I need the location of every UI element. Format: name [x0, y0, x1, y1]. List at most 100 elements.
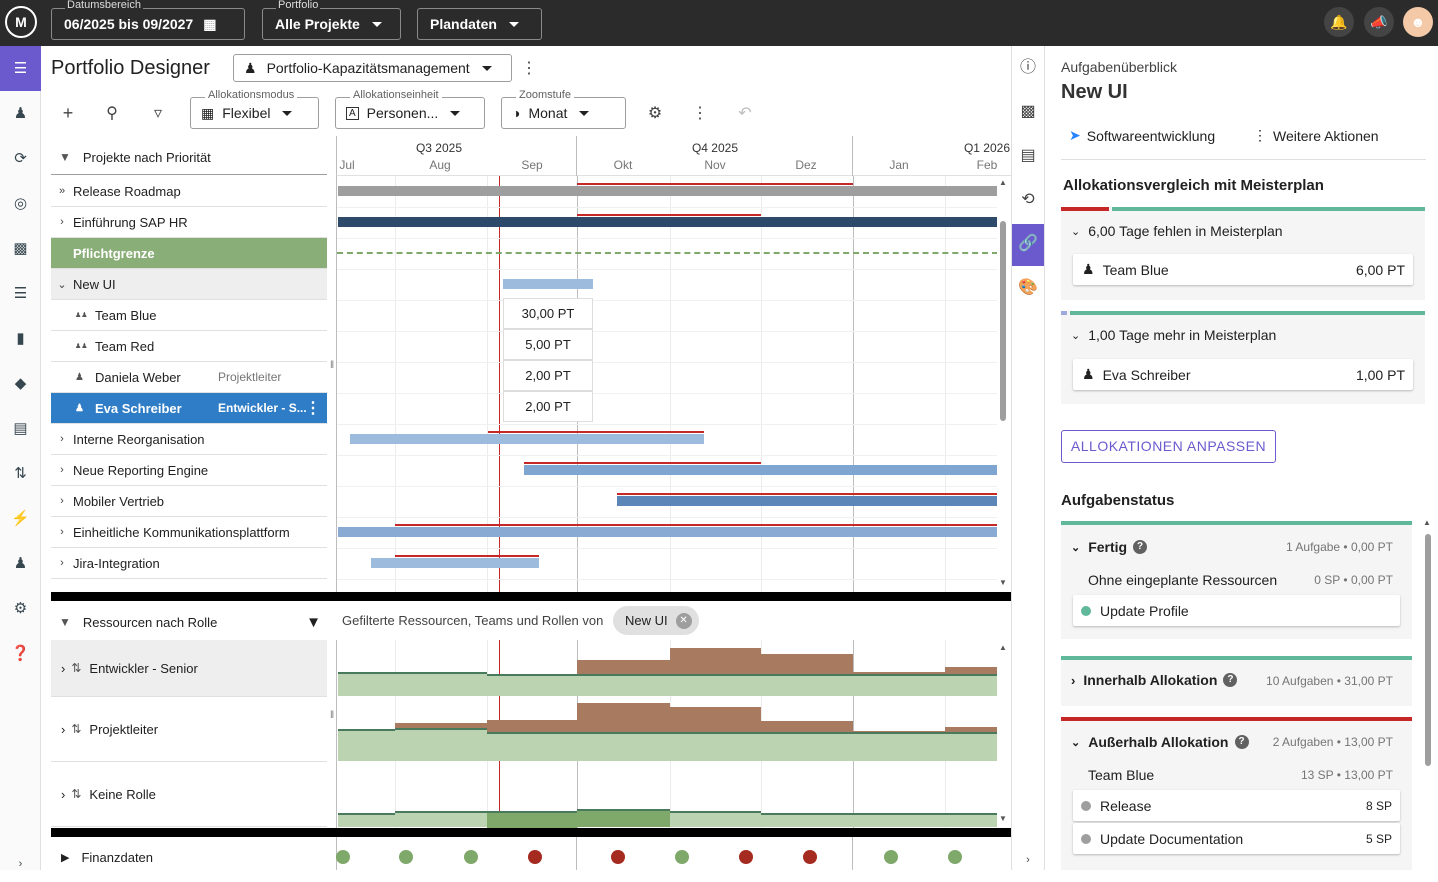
- filter-icon[interactable]: ▿: [146, 103, 170, 123]
- scroll-thumb[interactable]: [1000, 221, 1006, 421]
- chevron-right-icon[interactable]: ›: [51, 495, 73, 507]
- gantt-bar[interactable]: [338, 186, 997, 196]
- gear-icon[interactable]: ⚙: [0, 591, 41, 627]
- panel-scrollbar[interactable]: ▲: [1423, 518, 1433, 818]
- task-update-documentation[interactable]: Update Documentation 5 SP: [1073, 823, 1400, 854]
- finance-status-dot[interactable]: [336, 850, 350, 864]
- help-icon[interactable]: ?: [1234, 735, 1249, 749]
- plug-icon[interactable]: ⚡: [0, 501, 41, 537]
- chevron-right-icon[interactable]: »: [51, 185, 73, 197]
- finance-status-dot[interactable]: [803, 850, 817, 864]
- menu-icon[interactable]: ☰: [0, 46, 41, 91]
- finance-status-dot[interactable]: [399, 850, 413, 864]
- megaphone-icon[interactable]: 📣: [1364, 7, 1394, 37]
- palette-icon[interactable]: 🎨: [1012, 268, 1044, 308]
- scroll-up-icon[interactable]: ▲: [999, 178, 1007, 187]
- people-icon[interactable]: ♟: [0, 546, 41, 582]
- chevron-right-icon[interactable]: ›: [51, 557, 73, 569]
- chevron-right-icon[interactable]: ›: [61, 661, 65, 676]
- tree-row[interactable]: › Einheitliche Kommunikationsplattform: [51, 517, 327, 548]
- contact-icon[interactable]: ▤: [1012, 136, 1044, 176]
- gantt-bar[interactable]: [617, 496, 997, 506]
- collapse-icon[interactable]: ▼: [59, 615, 71, 629]
- gantt-bar[interactable]: [350, 434, 704, 444]
- allocation-value[interactable]: 30,00 PT: [503, 298, 593, 329]
- add-icon[interactable]: +: [56, 103, 80, 124]
- bell-icon[interactable]: 🔔: [1324, 7, 1354, 37]
- scroll-up-icon[interactable]: ▲: [1423, 518, 1431, 527]
- adjust-allocations-button[interactable]: ALLOKATIONEN ANPASSEN: [1061, 430, 1276, 463]
- scroll-thumb[interactable]: [1425, 534, 1431, 766]
- help-icon[interactable]: ❓: [0, 636, 41, 672]
- chevron-right-icon[interactable]: ›: [61, 722, 65, 737]
- search-icon[interactable]: ⚲: [100, 103, 124, 123]
- sync-icon[interactable]: ⟳: [0, 141, 41, 177]
- scroll-up-icon[interactable]: ▲: [999, 643, 1007, 652]
- more-actions[interactable]: ⋮ Weitere Aktionen: [1253, 127, 1379, 144]
- outside-header[interactable]: ⌄ Außerhalb Allokation?: [1071, 734, 1249, 750]
- finance-status-dot[interactable]: [528, 850, 542, 864]
- tree-row[interactable]: ♟♟ Team Blue: [51, 300, 327, 331]
- resize-handle[interactable]: ‖: [330, 710, 334, 721]
- undo-icon[interactable]: ↶: [733, 103, 757, 123]
- tree-row[interactable]: › Mobiler Vertrieb: [51, 486, 327, 517]
- scroll-down-icon[interactable]: ▼: [999, 814, 1007, 823]
- finance-status-dot[interactable]: [739, 850, 753, 864]
- capacity-scrollbar[interactable]: ▲ ▼: [999, 640, 1009, 828]
- gantt-bar[interactable]: [524, 465, 997, 475]
- chevron-right-icon[interactable]: ›: [51, 526, 73, 538]
- diamond-icon[interactable]: ◆: [0, 366, 41, 402]
- finance-status-dot[interactable]: [948, 850, 962, 864]
- tree-row[interactable]: › Jira-Integration: [51, 548, 327, 579]
- projects-header[interactable]: ▼ Projekte nach Priorität: [51, 140, 327, 175]
- resource-list-icon[interactable]: ♟: [0, 96, 41, 132]
- extra-item[interactable]: ♟ Eva Schreiber 1,00 PT: [1073, 359, 1413, 390]
- tree-row[interactable]: ♟ Daniela Weber Projektleiter: [51, 362, 327, 393]
- tree-row[interactable]: › Neue Reporting Engine: [51, 455, 327, 486]
- portfolio-select[interactable]: Alle Projekte: [262, 8, 401, 40]
- more-vert-icon[interactable]: ⋮: [517, 58, 541, 78]
- target-icon[interactable]: ◎: [0, 186, 41, 222]
- chevron-right-icon[interactable]: ›: [51, 216, 73, 228]
- history-icon[interactable]: ⟲: [1012, 180, 1044, 220]
- gantt-scrollbar[interactable]: ▲ ▼: [999, 176, 1009, 592]
- task-update-profile[interactable]: Update Profile: [1073, 595, 1400, 626]
- tag-software[interactable]: ➤ Softwareentwicklung: [1069, 127, 1215, 144]
- view-select[interactable]: ♟ Portfolio-Kapazitätsmanagement: [233, 54, 512, 82]
- chevron-right-icon[interactable]: ›: [51, 464, 73, 476]
- missing-header[interactable]: ⌄ 6,00 Tage fehlen in Meisterplan: [1071, 223, 1283, 239]
- expand-nav-icon[interactable]: ›: [0, 846, 41, 882]
- splitter[interactable]: [51, 828, 1011, 837]
- finance-status-dot[interactable]: [611, 850, 625, 864]
- chat-icon[interactable]: ▩: [1012, 92, 1044, 132]
- help-icon[interactable]: ?: [1223, 673, 1238, 687]
- list-icon[interactable]: ☰: [0, 276, 41, 312]
- gantt-bar[interactable]: [338, 217, 997, 227]
- resource-row[interactable]: › ⇅ Entwickler - Senior: [51, 640, 327, 697]
- filter-chip[interactable]: New UI ✕: [613, 606, 699, 635]
- allocation-value[interactable]: 5,00 PT: [503, 329, 593, 360]
- chevron-right-icon[interactable]: ›: [51, 433, 73, 445]
- finance-status-dot[interactable]: [884, 850, 898, 864]
- tree-row[interactable]: ♟♟ Team Red: [51, 331, 327, 362]
- allocation-value[interactable]: 2,00 PT: [503, 391, 593, 422]
- resize-handle[interactable]: ‖: [330, 360, 334, 371]
- resource-row[interactable]: › ⇅ Keine Rolle: [51, 762, 327, 827]
- tree-row[interactable]: Pflichtgrenze: [51, 238, 327, 269]
- gantt-bar[interactable]: [338, 527, 997, 537]
- tree-row[interactable]: › Interne Reorganisation: [51, 424, 327, 455]
- scroll-down-icon[interactable]: ▼: [999, 578, 1007, 587]
- help-icon[interactable]: ?: [1133, 540, 1148, 554]
- plan-data-select[interactable]: Plandaten: [417, 8, 542, 40]
- alloc-mode-select[interactable]: ▦ Flexibel: [190, 97, 319, 129]
- chevron-down-icon[interactable]: ⌄: [51, 278, 73, 291]
- finance-status-dot[interactable]: [464, 850, 478, 864]
- app-logo[interactable]: M: [5, 6, 37, 38]
- missing-item[interactable]: ♟ Team Blue 6,00 PT: [1073, 254, 1413, 285]
- filter-icon[interactable]: ▼: [306, 614, 321, 631]
- more-vert-icon[interactable]: ⋮: [688, 103, 712, 123]
- link-icon[interactable]: 🔗: [1012, 224, 1044, 266]
- resource-row[interactable]: › ⇅ Projektleiter: [51, 697, 327, 762]
- avatar[interactable]: ☻: [1403, 7, 1433, 37]
- splitter[interactable]: [51, 592, 1011, 601]
